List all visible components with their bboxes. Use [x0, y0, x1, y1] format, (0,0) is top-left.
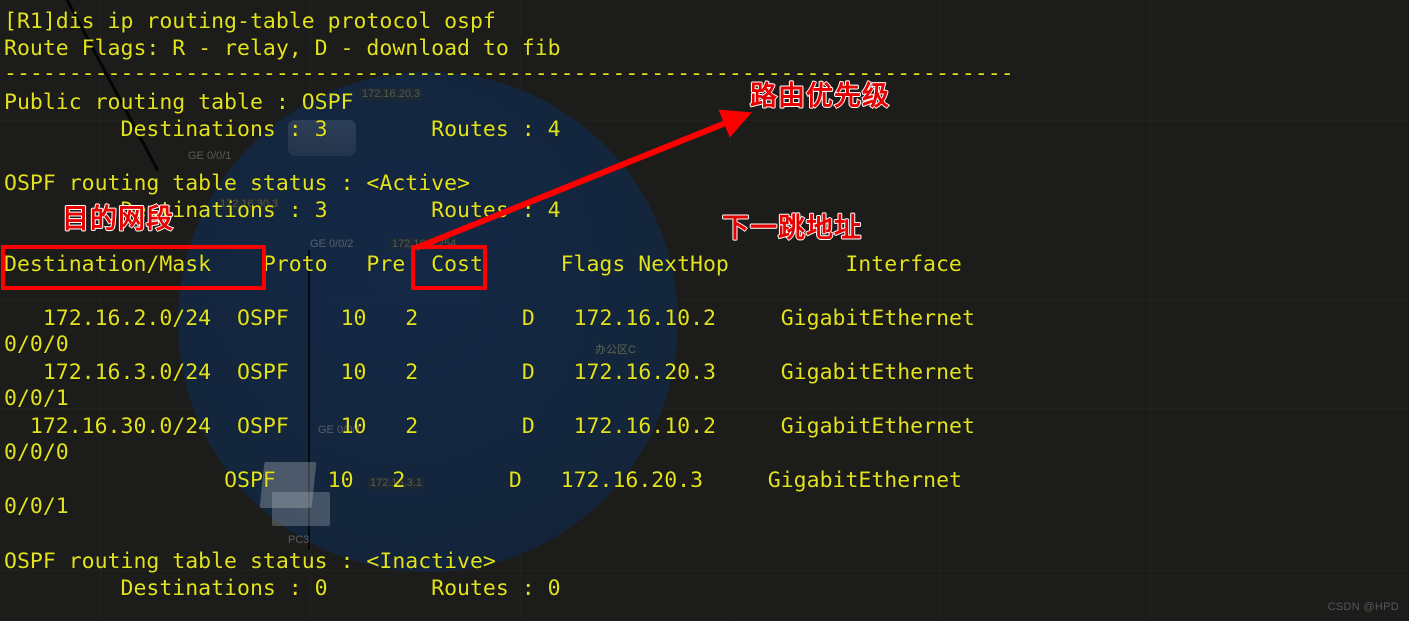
terminal-screenshot: GE 0/0/1 GE 0/0/2 GE 0/0/1 PC3 办公区C 172.… [0, 0, 1409, 621]
pre-column-highlight-box [411, 245, 487, 290]
terminal-output: [R1]dis ip routing-table protocol ospf R… [0, 0, 1409, 621]
csdn-watermark: CSDN @HPD [1327, 601, 1399, 613]
ospf-active-status-line: OSPF routing table status : <Active> [4, 171, 470, 196]
next-hop-annotation-label: 下一跳地址 [721, 213, 862, 244]
row-flags: D [521, 360, 535, 385]
table-row: OSPF 10 2 D 172.16.20.3 GigabitEthernet [4, 467, 962, 494]
table-row-interface-continuation: 0/0/1 [4, 386, 69, 411]
table-row-interface-continuation: 0/0/0 [4, 332, 69, 357]
row-nexthop: 172.16.20.3 [560, 468, 704, 493]
row-pre: 10 [340, 360, 367, 385]
destination-mask-annotation-label: 目的网段 [61, 204, 174, 235]
table-row: 172.16.2.0/24 OSPF 10 2 D 172.16.10.2 Gi… [4, 305, 975, 332]
table-row: 172.16.30.0/24 OSPF 10 2 D 172.16.10.2 G… [4, 413, 975, 440]
row-pre: 10 [340, 414, 367, 439]
row-flags: D [508, 468, 522, 493]
row-destination: 172.16.30.0/24 [4, 414, 212, 439]
command-prompt-line: [R1]dis ip routing-table protocol ospf [4, 9, 496, 34]
row-proto: OSPF [224, 468, 276, 493]
row-nexthop: 172.16.10.2 [573, 414, 716, 439]
row-proto: OSPF [237, 360, 289, 385]
row-interface: GigabitEthernet [767, 468, 962, 493]
row-proto: OSPF [237, 306, 289, 331]
row-interface: GigabitEthernet [780, 414, 975, 439]
row-flags: D [521, 414, 535, 439]
row-nexthop: 172.16.10.2 [573, 306, 716, 331]
row-pre: 10 [327, 468, 354, 493]
row-proto: OSPF [237, 414, 289, 439]
row-destination: 172.16.3.0/24 [4, 360, 212, 385]
row-destination: 172.16.2.0/24 [4, 306, 212, 331]
row-flags: D [521, 306, 535, 331]
row-cost: 2 [392, 468, 406, 493]
destination-mask-highlight-box [1, 245, 266, 290]
row-nexthop: 172.16.20.3 [573, 360, 716, 385]
row-cost: 2 [405, 414, 419, 439]
table-row-interface-continuation: 0/0/0 [4, 440, 69, 465]
public-routing-table-line: Public routing table : OSPF [4, 90, 354, 115]
row-pre: 10 [340, 306, 367, 331]
table-row-interface-continuation: 0/0/1 [4, 494, 69, 519]
route-flags-line: Route Flags: R - relay, D - download to … [4, 36, 561, 61]
table-row: 172.16.3.0/24 OSPF 10 2 D 172.16.20.3 Gi… [4, 359, 975, 386]
row-destination [4, 468, 198, 493]
route-priority-annotation-label: 路由优先级 [749, 81, 890, 112]
row-cost: 2 [405, 306, 419, 331]
public-counts-line: Destinations : 3 Routes : 4 [4, 117, 561, 142]
row-interface: GigabitEthernet [780, 306, 975, 331]
row-cost: 2 [405, 360, 419, 385]
ospf-inactive-counts-line: Destinations : 0 Routes : 0 [4, 576, 561, 601]
row-interface: GigabitEthernet [780, 360, 975, 385]
ospf-inactive-status-line: OSPF routing table status : <Inactive> [4, 549, 496, 574]
